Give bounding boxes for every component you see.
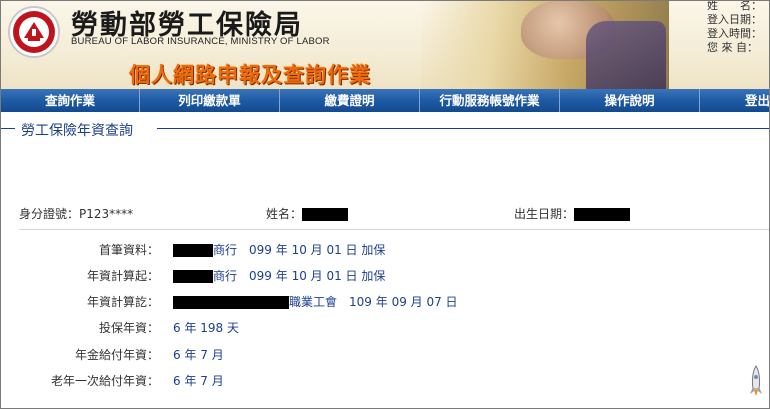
employer-redacted bbox=[173, 270, 213, 283]
id-value: P123**** bbox=[79, 207, 134, 221]
first-record-date: 099 年 10 月 01 日 加保 bbox=[249, 243, 386, 257]
page-frame: 勞動部勞工保險局 BUREAU OF LABOR INSURANCE, MINI… bbox=[0, 0, 770, 409]
lump-sum-years-value: 6 年 7 月 bbox=[173, 374, 224, 388]
nav-help[interactable]: 操作說明 bbox=[560, 89, 700, 112]
user-info-panel: 姓 名： 登入日期： 登入時間： 您 來 自： bbox=[707, 1, 769, 55]
calc-start-suffix: 商行 bbox=[213, 269, 238, 283]
header-banner: 勞動部勞工保險局 BUREAU OF LABOR INSURANCE, MINI… bbox=[1, 1, 769, 89]
pension-years-value: 6 年 7 月 bbox=[173, 348, 224, 362]
pension-years-label: 年金給付年資： bbox=[74, 348, 159, 362]
calc-start-value: 商行 099 年 10 月 01 日 加保 bbox=[173, 267, 385, 284]
calc-end-value: 職業工會 109 年 09 月 07 日 bbox=[173, 293, 458, 310]
id-field: 身分證號：P123**** bbox=[19, 205, 133, 222]
insured-years-label: 投保年資： bbox=[98, 321, 159, 335]
calc-end-label: 年資計算訖： bbox=[86, 295, 159, 309]
lump-sum-years-label: 老年一次給付年資： bbox=[50, 374, 159, 388]
nav-payment-proof[interactable]: 繳費證明 bbox=[280, 89, 420, 112]
lump-sum-years-row: 老年一次給付年資： 6 年 7 月 bbox=[1, 372, 769, 392]
id-label: 身分證號： bbox=[19, 207, 80, 221]
first-record-suffix: 商行 bbox=[213, 243, 238, 257]
name-redacted bbox=[302, 208, 349, 221]
nav-print-payment-slip[interactable]: 列印繳款單 bbox=[140, 89, 280, 112]
calc-start-date: 099 年 10 月 01 日 加保 bbox=[249, 269, 386, 283]
banner-photo-figure bbox=[586, 21, 666, 89]
divider bbox=[19, 229, 769, 230]
service-title: 個人網路申報及查詢作業 bbox=[129, 62, 371, 87]
name-label: 姓名： bbox=[266, 207, 303, 221]
first-record-label: 首筆資料： bbox=[98, 243, 159, 257]
org-name-english: BUREAU OF LABOR INSURANCE, MINISTRY OF L… bbox=[71, 36, 330, 47]
section-rule-right bbox=[157, 128, 769, 129]
insured-years-row: 投保年資： 6 年 198 天 bbox=[1, 319, 769, 339]
calc-end-suffix: 職業工會 bbox=[289, 295, 338, 309]
section-title: 勞工保險年資查詢 bbox=[21, 123, 133, 139]
scroll-to-top-icon[interactable] bbox=[749, 365, 763, 397]
nav-logout[interactable]: 登出 bbox=[700, 89, 769, 112]
pension-years-row: 年金給付年資： 6 年 7 月 bbox=[1, 346, 769, 366]
name-field: 姓名： bbox=[266, 205, 349, 222]
calc-start-label: 年資計算起： bbox=[86, 269, 159, 283]
dob-label: 出生日期： bbox=[514, 207, 575, 221]
calc-end-date: 109 年 09 月 07 日 bbox=[349, 295, 458, 309]
nav-mobile-account[interactable]: 行動服務帳號作業 bbox=[420, 89, 560, 112]
bli-logo-icon bbox=[7, 5, 61, 59]
first-record-value: 商行 099 年 10 月 01 日 加保 bbox=[173, 241, 385, 258]
nav-query[interactable]: 查詢作業 bbox=[1, 89, 140, 112]
insured-years-value: 6 年 198 天 bbox=[173, 321, 239, 335]
employer-redacted bbox=[173, 244, 213, 257]
login-date-label: 登入日期： bbox=[707, 13, 762, 26]
source-label: 您 來 自： bbox=[707, 41, 758, 54]
first-record-row: 首筆資料： 商行 099 年 10 月 01 日 加保 bbox=[1, 241, 769, 261]
union-redacted bbox=[173, 296, 289, 309]
calc-end-row: 年資計算訖： 職業工會 109 年 09 月 07 日 bbox=[1, 293, 769, 313]
dob-field: 出生日期： bbox=[514, 205, 631, 222]
calc-start-row: 年資計算起： 商行 099 年 10 月 01 日 加保 bbox=[1, 267, 769, 287]
section-rule-left bbox=[1, 128, 15, 129]
login-time-label: 登入時間： bbox=[707, 27, 762, 40]
main-nav: 查詢作業 列印繳款單 繳費證明 行動服務帳號作業 操作說明 登出 bbox=[1, 89, 769, 112]
dob-redacted bbox=[574, 208, 631, 221]
user-name-label: 姓 名： bbox=[707, 1, 762, 12]
